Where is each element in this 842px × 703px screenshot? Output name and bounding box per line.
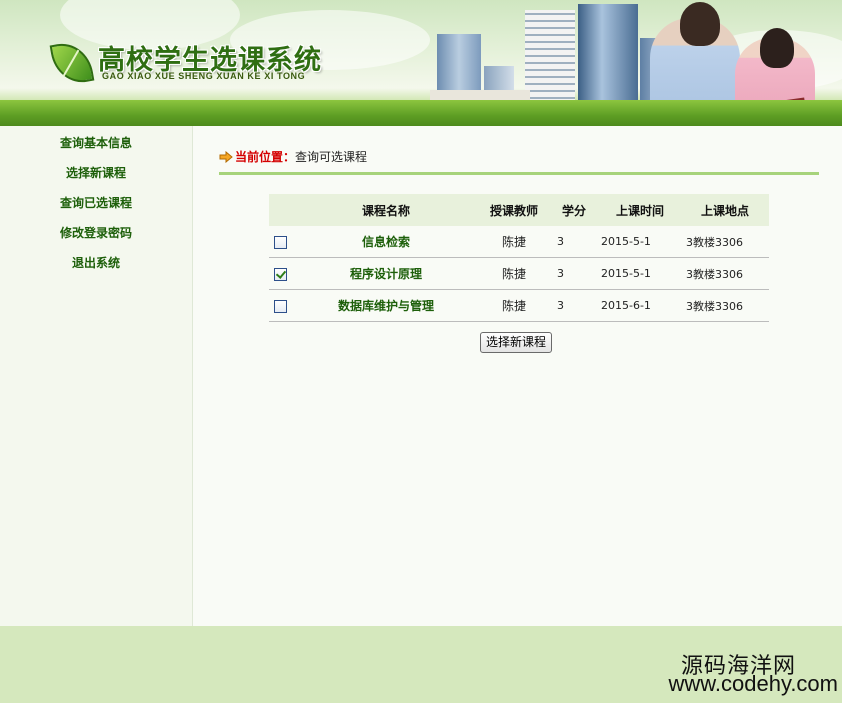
building-image [525, 10, 575, 104]
sidebar-item-change-password[interactable]: 修改登录密码 [0, 224, 192, 241]
column-header: 课程名称 [293, 194, 479, 226]
breadcrumb: 当前位置：查询可选课程 [219, 148, 367, 165]
course-credit: 3 [549, 289, 599, 322]
sidebar-item-logout[interactable]: 退出系统 [0, 254, 192, 271]
main-content: 当前位置：查询可选课程 课程名称 授课教师 学分 上课时间 上课地点 信息检索 … [193, 126, 842, 626]
column-header: 学分 [549, 194, 599, 226]
student-illustration [680, 2, 720, 46]
course-name: 程序设计原理 [293, 257, 479, 290]
column-header-select [269, 194, 293, 226]
location-label: 当前位置： [235, 150, 296, 164]
course-teacher: 陈捷 [479, 289, 549, 322]
student-illustration [760, 28, 794, 68]
column-header: 上课时间 [599, 194, 681, 226]
table-header-row: 课程名称 授课教师 学分 上课时间 上课地点 [269, 194, 769, 226]
sidebar-item-query-info[interactable]: 查询基本信息 [0, 134, 192, 151]
course-time: 2015-6-1 [599, 289, 681, 322]
course-time: 2015-5-1 [599, 226, 681, 258]
building-image [578, 4, 638, 104]
course-time: 2015-5-1 [599, 257, 681, 290]
course-name: 信息检索 [293, 226, 479, 258]
course-checkbox[interactable] [274, 235, 287, 249]
table-row: 程序设计原理 陈捷 3 2015-5-1 3教楼3306 [269, 257, 769, 290]
course-name: 数据库维护与管理 [293, 289, 479, 322]
course-place: 3教楼3306 [681, 257, 769, 290]
course-checkbox[interactable] [274, 299, 287, 313]
column-header: 上课地点 [681, 194, 769, 226]
course-credit: 3 [549, 226, 599, 258]
arrow-right-icon [219, 151, 233, 163]
course-place: 3教楼3306 [681, 289, 769, 322]
course-place: 3教楼3306 [681, 226, 769, 258]
divider [219, 172, 819, 175]
column-header: 授课教师 [479, 194, 549, 226]
table-row: 信息检索 陈捷 3 2015-5-1 3教楼3306 [269, 226, 769, 258]
sidebar: 查询基本信息 选择新课程 查询已选课程 修改登录密码 退出系统 [0, 126, 193, 626]
sidebar-item-select-course[interactable]: 选择新课程 [0, 164, 192, 181]
course-checkbox[interactable] [274, 267, 287, 281]
app-subtitle: GAO XIAO XUE SHENG XUAN KE XI TONG [102, 71, 306, 81]
table-row: 数据库维护与管理 陈捷 3 2015-6-1 3教楼3306 [269, 289, 769, 322]
course-teacher: 陈捷 [479, 226, 549, 258]
footer: 源码海洋网 www.codehy.com [0, 626, 842, 703]
header-banner: 高校学生选课系统 GAO XIAO XUE SHENG XUAN KE XI T… [0, 0, 842, 126]
course-table: 课程名称 授课教师 学分 上课时间 上课地点 信息检索 陈捷 3 2015-5-… [269, 194, 769, 322]
sidebar-item-selected-courses[interactable]: 查询已选课程 [0, 194, 192, 211]
leaf-logo-icon [49, 39, 95, 87]
course-teacher: 陈捷 [479, 257, 549, 290]
grass-decoration [0, 100, 842, 126]
course-credit: 3 [549, 257, 599, 290]
submit-select-button[interactable]: 选择新课程 [480, 332, 553, 353]
location-value: 查询可选课程 [295, 150, 368, 164]
watermark-url: www.codehy.com [668, 671, 838, 696]
